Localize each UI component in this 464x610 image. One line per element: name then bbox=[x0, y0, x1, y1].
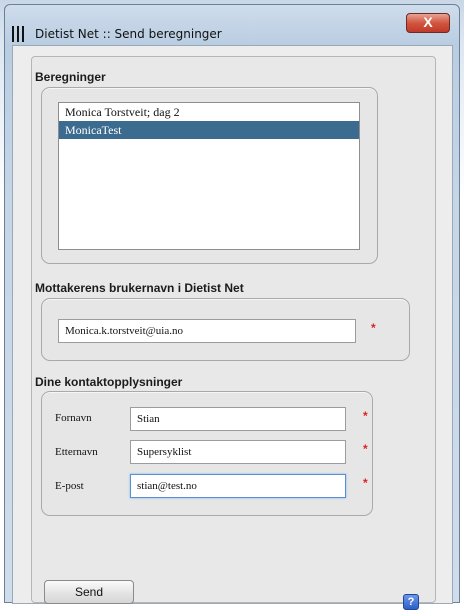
last-name-label: Etternavn bbox=[55, 446, 98, 458]
required-asterisk: * bbox=[363, 476, 368, 490]
last-name-field[interactable] bbox=[130, 440, 346, 464]
calculations-list[interactable]: Monica Torstveit; dag 2 MonicaTest bbox=[58, 102, 360, 250]
window-title: Dietist Net :: Send beregninger bbox=[35, 27, 222, 41]
required-asterisk: * bbox=[371, 321, 376, 335]
close-icon: X bbox=[423, 14, 433, 30]
send-button[interactable]: Send bbox=[44, 580, 134, 604]
first-name-field[interactable] bbox=[130, 407, 346, 431]
content-panel: Beregninger Monica Torstveit; dag 2 Moni… bbox=[31, 56, 436, 610]
recipient-group: * bbox=[41, 298, 410, 361]
first-name-label: Fornavn bbox=[55, 412, 92, 424]
recipient-username-field[interactable] bbox=[58, 319, 356, 343]
contact-group: Fornavn * Etternavn * E-post * bbox=[41, 391, 373, 516]
required-asterisk: * bbox=[363, 409, 368, 423]
cutlery-icon bbox=[12, 26, 26, 42]
list-item[interactable]: Monica Torstveit; dag 2 bbox=[59, 103, 359, 121]
calculations-group: Monica Torstveit; dag 2 MonicaTest bbox=[41, 87, 378, 264]
close-button[interactable]: X bbox=[406, 13, 450, 33]
email-label: E-post bbox=[55, 480, 84, 492]
help-button[interactable]: ? bbox=[403, 594, 419, 610]
list-item-selected[interactable]: MonicaTest bbox=[59, 121, 359, 139]
required-asterisk: * bbox=[363, 442, 368, 456]
recipient-heading: Mottakerens brukernavn i Dietist Net bbox=[35, 281, 244, 295]
email-field[interactable] bbox=[130, 474, 346, 498]
send-calculations-window: Dietist Net :: Send beregninger X Beregn… bbox=[4, 4, 460, 610]
calculations-heading: Beregninger bbox=[35, 70, 106, 84]
help-icon: ? bbox=[407, 596, 415, 608]
contact-heading: Dine kontaktopplysninger bbox=[35, 375, 183, 389]
title-bar[interactable]: Dietist Net :: Send beregninger X bbox=[5, 5, 459, 45]
client-area: Beregninger Monica Torstveit; dag 2 Moni… bbox=[12, 45, 453, 610]
